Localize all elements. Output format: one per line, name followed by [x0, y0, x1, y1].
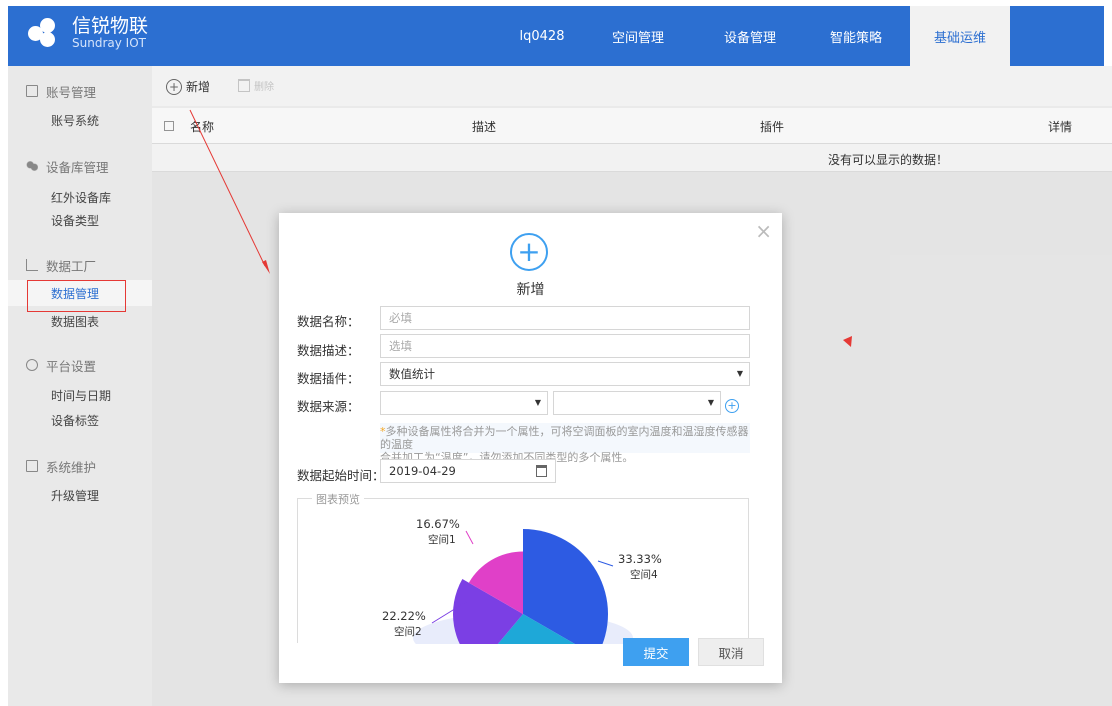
- start-time-value: 2019-04-29: [389, 464, 456, 478]
- pie-label-line: [465, 530, 474, 545]
- pie-pct-label: 16.67%: [416, 517, 460, 531]
- data-source-label: 数据来源：: [297, 399, 360, 414]
- pie-chart: 16.67% 空间1 22.22% 空间2 33.33% 空间4: [382, 517, 662, 644]
- caret-down-icon: ▼: [534, 398, 541, 407]
- pie-label-line: [597, 560, 614, 567]
- pie-name-label: 空间1: [428, 533, 456, 546]
- modal-title: 新增: [516, 282, 545, 298]
- pie-pct-label: 33.33%: [618, 552, 662, 566]
- annotation-arrow-head: [843, 336, 852, 347]
- close-icon[interactable]: ×: [755, 219, 772, 243]
- annotation-arrow-line: [189, 109, 266, 267]
- caret-down-icon: ▼: [707, 398, 714, 407]
- add-data-modal: × + 新增 数据名称： 必填 数据描述： 选填 数据插件： 数值统计 ▼ 数据…: [279, 213, 782, 683]
- pie-name-label: 空间4: [630, 568, 658, 581]
- start-time-label: 数据起始时间：: [297, 468, 385, 483]
- pie-name-label: 空间2: [394, 625, 422, 638]
- data-source-select-1[interactable]: ▼: [380, 391, 548, 415]
- add-source-plus-icon[interactable]: +: [725, 399, 739, 413]
- plus-circle-icon: +: [510, 233, 548, 271]
- data-source-select-2[interactable]: ▼: [553, 391, 721, 415]
- data-plugin-label: 数据插件：: [297, 371, 360, 386]
- chart-preview: 图表预览 16.67% 空间1 22.22% 空间2 33.33% 空间4: [297, 491, 749, 644]
- hint-line-1: 多种设备属性将合并为一个属性，可将空调面板的室内温度和温湿度传感器的温度: [380, 425, 749, 451]
- data-plugin-select[interactable]: 数值统计 ▼: [380, 362, 750, 386]
- caret-down-icon: ▼: [736, 369, 743, 378]
- pie-pct-label: 22.22%: [382, 609, 426, 623]
- data-name-input[interactable]: 必填: [380, 306, 750, 330]
- cancel-button[interactable]: 取消: [698, 638, 764, 666]
- submit-button[interactable]: 提交: [623, 638, 689, 666]
- data-desc-label: 数据描述：: [297, 343, 360, 358]
- annotation-arrow-head: [262, 260, 270, 274]
- data-name-label: 数据名称：: [297, 314, 360, 329]
- data-plugin-value: 数值统计: [389, 367, 435, 381]
- start-time-input[interactable]: 2019-04-29: [380, 459, 556, 483]
- calendar-icon[interactable]: [536, 465, 547, 477]
- data-desc-input[interactable]: 选填: [380, 334, 750, 358]
- data-source-hint: *多种设备属性将合并为一个属性，可将空调面板的室内温度和温湿度传感器的温度 合并…: [380, 423, 750, 464]
